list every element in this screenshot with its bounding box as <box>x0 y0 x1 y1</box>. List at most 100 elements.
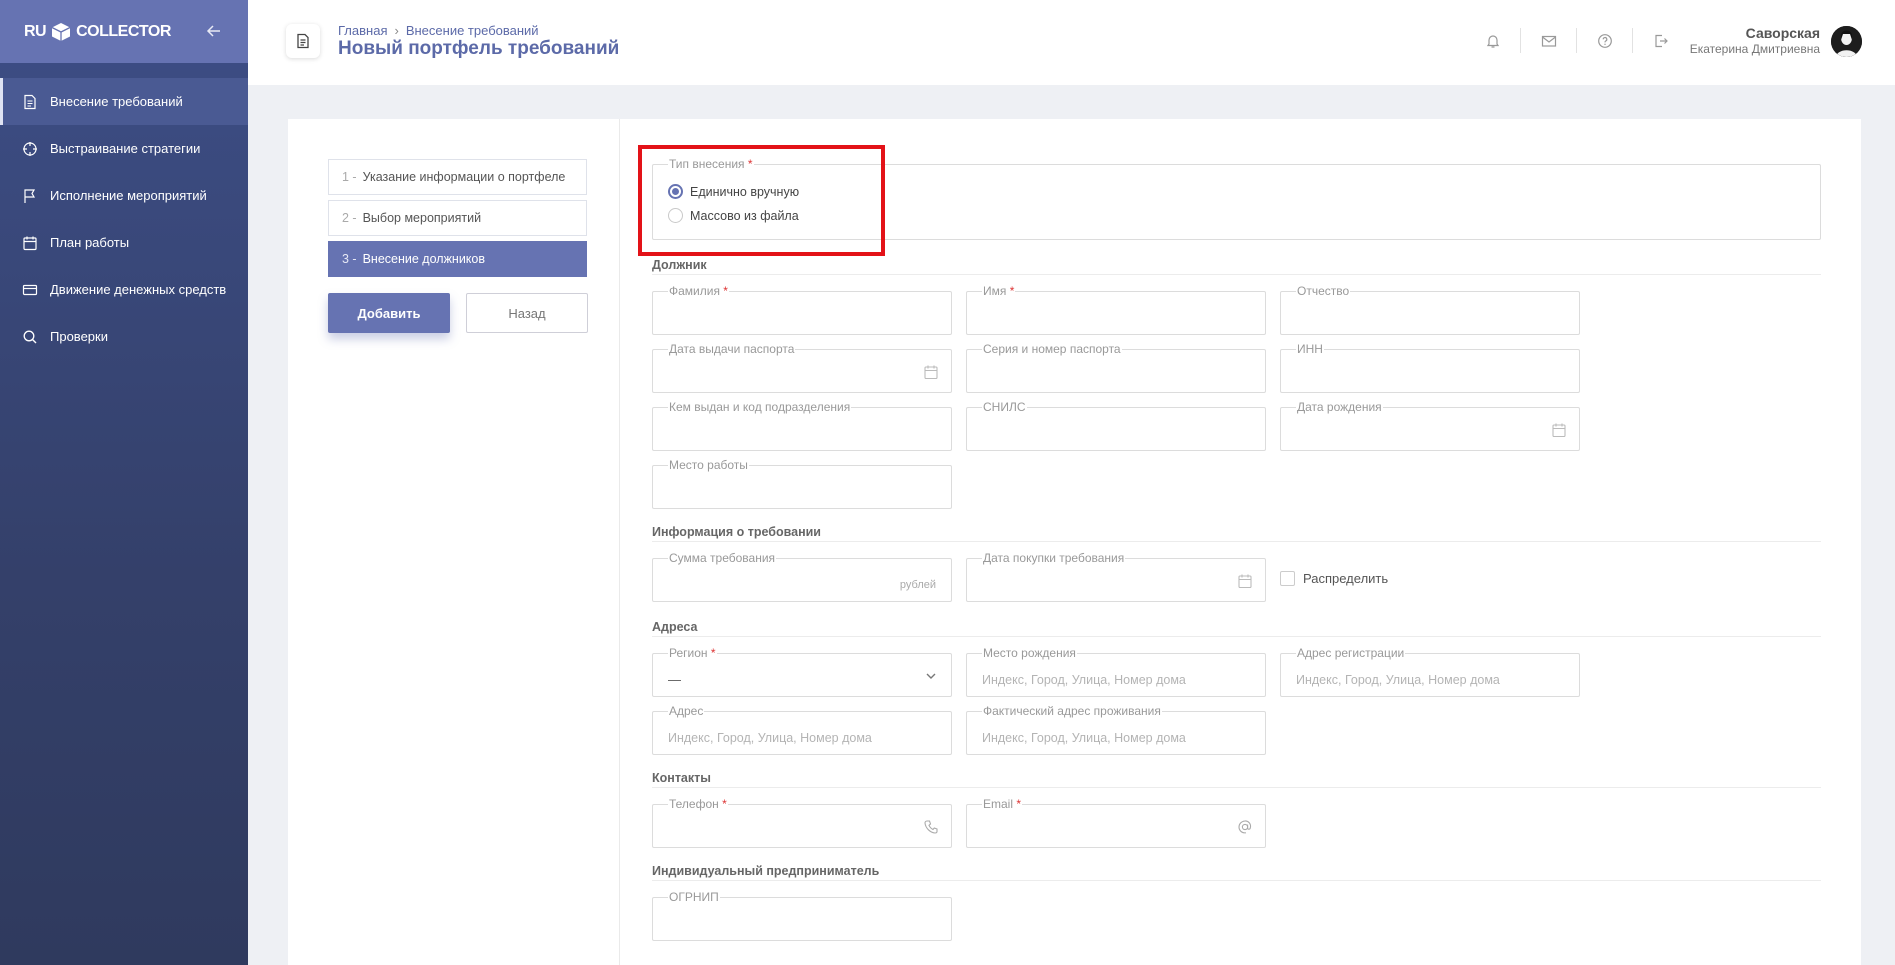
required-mark: * <box>1016 797 1022 811</box>
messages-button[interactable] <box>1521 28 1577 53</box>
issued-by-field[interactable]: Кем выдан и код подразделения <box>652 400 952 451</box>
required-mark: * <box>723 284 728 298</box>
field-label: ОГРНИП <box>668 890 720 904</box>
calendar-icon[interactable] <box>1551 422 1567 438</box>
section-debtor: Должник <box>652 258 1821 275</box>
section-addresses: Адреса <box>652 620 1821 637</box>
label-text: Регион <box>669 646 708 660</box>
back-button[interactable]: Назад <box>466 293 588 333</box>
highlight-box <box>638 145 885 256</box>
sidebar: RU COLLECTOR Внесение требований Выстраи… <box>0 0 248 965</box>
notifications-button[interactable] <box>1465 28 1521 53</box>
region-select[interactable]: Регион * — <box>652 646 952 697</box>
field-label: Отчество <box>1296 284 1351 298</box>
header-actions <box>1465 28 1689 53</box>
claim-sum-field[interactable]: Сумма требования рублей <box>652 551 952 602</box>
steps-list: 1 - Указание информации о портфеле 2 - Выб… <box>328 159 587 282</box>
passport-date-field[interactable]: Дата выдачи паспорта <box>652 342 952 393</box>
step-portfolio-info[interactable]: 1 - Указание информации о портфеле <box>328 159 587 195</box>
step-number: 1 - <box>342 170 357 184</box>
registration-address-field[interactable]: Адрес регистрации Индекс, Город, Улица, … <box>1280 646 1580 697</box>
birth-place-field[interactable]: Место рождения Индекс, Город, Улица, Ном… <box>966 646 1266 697</box>
sidebar-item-label: Исполнение мероприятий <box>50 188 207 203</box>
step-activities[interactable]: 2 - Выбор мероприятий <box>328 200 587 236</box>
mail-icon <box>1541 35 1556 47</box>
calendar-icon[interactable] <box>923 364 939 380</box>
logo[interactable]: RU COLLECTOR <box>24 21 171 43</box>
workplace-field[interactable]: Место работы <box>652 458 952 509</box>
help-icon <box>1597 33 1612 48</box>
form-card: 1 - Указание информации о портфеле 2 - Выб… <box>288 119 1861 965</box>
calendar-icon[interactable] <box>1237 573 1253 589</box>
actual-address-field[interactable]: Фактический адрес проживания Индекс, Гор… <box>966 704 1266 755</box>
breadcrumb: Главная › Внесение требований <box>338 23 539 38</box>
flag-icon <box>24 188 36 203</box>
form-actions: Добавить Назад <box>328 293 588 333</box>
checkbox-box <box>1280 571 1295 586</box>
step-number: 2 - <box>342 211 357 225</box>
passport-number-field[interactable]: Серия и номер паспорта <box>966 342 1266 393</box>
breadcrumb-home[interactable]: Главная <box>338 23 387 38</box>
logo-text-ru: RU <box>24 22 47 40</box>
step-debtors[interactable]: 3 - Внесение должников <box>328 241 587 277</box>
sidebar-item-activities[interactable]: Исполнение мероприятий <box>0 172 248 219</box>
field-label: Сумма требования <box>668 551 777 565</box>
logo-bar: RU COLLECTOR <box>0 0 248 63</box>
chevron-down-icon <box>926 673 936 679</box>
snils-field[interactable]: СНИЛС <box>966 400 1266 451</box>
breadcrumb-claims[interactable]: Внесение требований <box>406 23 539 38</box>
address-field[interactable]: Адрес Индекс, Город, Улица, Номер дома <box>652 704 952 755</box>
field-label: Адрес регистрации <box>1296 646 1406 660</box>
ogrnip-field[interactable]: ОГРНИП <box>652 890 952 941</box>
field-label: Телефон * <box>668 797 728 811</box>
sidebar-item-label: Выстраивание стратегии <box>50 141 201 156</box>
patronymic-field[interactable]: Отчество <box>1280 284 1580 335</box>
distribute-checkbox[interactable]: Распределить <box>1280 571 1388 586</box>
placeholder: Индекс, Город, Улица, Номер дома <box>982 731 1186 745</box>
section-individual-entrepreneur: Индивидуальный предприниматель <box>652 864 1821 881</box>
cube-logo-icon <box>51 22 71 41</box>
field-label: Email * <box>982 797 1023 811</box>
sidebar-item-label: Внесение требований <box>50 94 183 109</box>
help-button[interactable] <box>1577 28 1633 53</box>
checkbox-label: Распределить <box>1303 571 1389 586</box>
sidebar-item-cash-flow[interactable]: Движение денежных средств <box>0 266 248 313</box>
placeholder: Индекс, Город, Улица, Номер дома <box>1296 673 1500 687</box>
sidebar-item-label: Движение денежных средств <box>50 282 227 297</box>
user-info[interactable]: Саворская Екатерина Дмитриевна <box>1690 25 1820 56</box>
top-header: Главная › Внесение требований Новый портфе… <box>248 0 1895 85</box>
bell-icon <box>1486 34 1499 48</box>
field-label: Дата выдачи паспорта <box>668 342 796 356</box>
logout-icon <box>1655 34 1668 47</box>
inn-field[interactable]: ИНН <box>1280 342 1580 393</box>
sidebar-item-strategy[interactable]: Выстраивание стратегии <box>0 125 248 172</box>
required-mark: * <box>722 797 727 811</box>
purchase-date-field[interactable]: Дата покупки требования <box>966 551 1266 602</box>
label-text: Телефон <box>669 797 719 811</box>
arrow-left-icon[interactable] <box>204 21 224 41</box>
birth-date-field[interactable]: Дата рождения <box>1280 400 1580 451</box>
label-text: Имя <box>983 284 1007 298</box>
field-label: Фактический адрес проживания <box>982 704 1162 718</box>
required-mark: * <box>1009 284 1015 298</box>
sidebar-item-claims[interactable]: Внесение требований <box>0 78 248 125</box>
email-field[interactable]: Email * <box>966 797 1266 848</box>
field-label: ИНН <box>1296 342 1324 356</box>
divider <box>619 119 620 965</box>
logout-button[interactable] <box>1633 28 1689 53</box>
credit-card-icon <box>22 284 38 295</box>
name-field[interactable]: Имя * <box>966 284 1266 335</box>
sidebar-item-work-plan[interactable]: План работы <box>0 219 248 266</box>
add-button[interactable]: Добавить <box>328 293 450 333</box>
sidebar-item-checks[interactable]: Проверки <box>0 313 248 360</box>
user-first-name: Екатерина Дмитриевна <box>1689 42 1820 56</box>
phone-field[interactable]: Телефон * <box>652 797 952 848</box>
avatar[interactable] <box>1831 26 1862 57</box>
step-label: Указание информации о портфеле <box>362 170 566 184</box>
surname-field[interactable]: Фамилия * <box>652 284 952 335</box>
placeholder: Индекс, Город, Улица, Номер дома <box>982 673 1186 687</box>
field-label: Дата покупки требования <box>982 551 1126 565</box>
step-label: Выбор мероприятий <box>362 211 482 225</box>
search-icon <box>23 330 37 343</box>
calendar-icon <box>23 236 37 250</box>
